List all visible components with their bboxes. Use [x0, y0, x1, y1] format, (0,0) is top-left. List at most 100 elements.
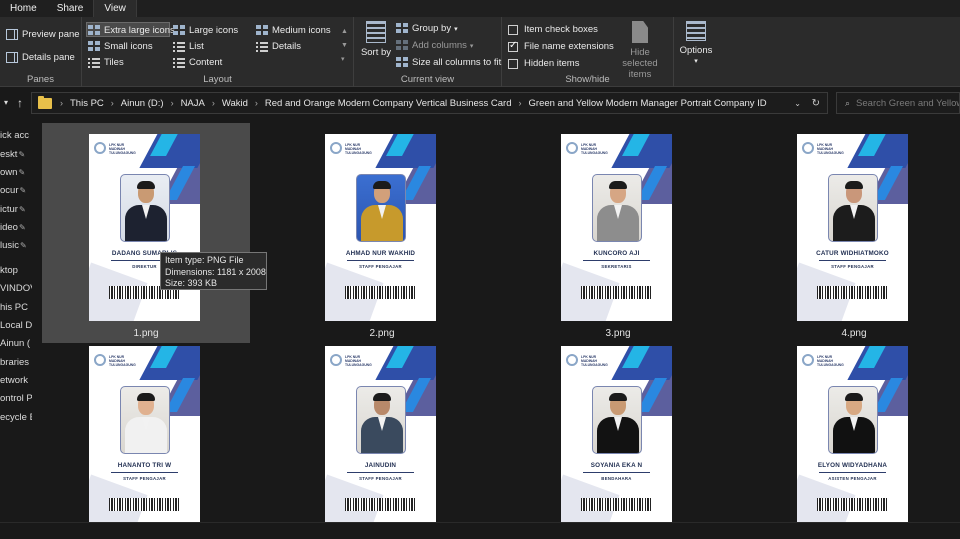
nav-item-pictures[interactable]: ictur✎ [0, 204, 26, 215]
up-arrow-icon[interactable]: ↑ [17, 96, 23, 110]
card-person-name: SOYANIA EKA N [590, 462, 643, 469]
nav-item-downloads[interactable]: own✎ [0, 167, 25, 178]
nav-item-libraries[interactable]: braries [0, 357, 29, 368]
breadcrumb-drive[interactable]: Ainun (D:) [121, 98, 164, 109]
file-name-extensions-label: File name extensions [524, 41, 614, 52]
breadcrumb-separator-icon[interactable]: › [519, 98, 522, 108]
group-label-layout: Layout [203, 74, 232, 85]
hide-selected-items-button[interactable]: Hide selected items [610, 21, 670, 80]
nav-item-windows[interactable]: VINDOV [0, 283, 32, 294]
file-item[interactable]: LPK NUR MADINAH TULUNGAGUNG DADANG SUMAR… [42, 123, 250, 343]
extra-large-icons-icon [88, 25, 100, 36]
nav-item-label: ictur [0, 204, 18, 215]
nav-item-desktop-root[interactable]: ktop [0, 265, 18, 276]
file-item[interactable]: LPK NUR MADINAH TULUNGAGUNG CATUR WIDHIA… [750, 123, 958, 343]
layout-large-icons[interactable]: Large icons [173, 23, 238, 38]
options-button[interactable]: Options ▾ [676, 21, 716, 67]
breadcrumb-separator-icon[interactable]: › [111, 98, 114, 108]
refresh-icon[interactable]: ↻ [812, 98, 820, 109]
item-check-boxes-toggle[interactable]: Item check boxes [508, 22, 598, 37]
recent-locations-chevron-icon[interactable]: ▾ [4, 98, 8, 107]
search-input[interactable] [856, 97, 959, 109]
file-item[interactable]: LPK NUR MADINAH TULUNGAGUNG JAINUDIN STA… [278, 335, 486, 522]
address-bar[interactable]: › This PC › Ainun (D:) › NAJA › Wakid › … [31, 92, 828, 114]
navigation-pane: ick acc eskt✎ own✎ ocur✎ ictur✎ ideo✎ lu… [0, 118, 32, 522]
preview-pane-button[interactable]: Preview pane [6, 27, 80, 42]
nav-item-ainun-drive[interactable]: Ainun ( [0, 338, 30, 349]
file-name-extensions-toggle[interactable]: File name extensions [508, 39, 614, 54]
group-by-icon [396, 23, 408, 34]
group-panes: Preview pane Details pane Panes [0, 17, 82, 87]
tab-home[interactable]: Home [0, 0, 47, 17]
hidden-items-toggle[interactable]: Hidden items [508, 56, 579, 71]
nav-item-music[interactable]: lusic✎ [0, 240, 27, 251]
sort-by-icon [366, 21, 386, 43]
checkbox-icon[interactable] [508, 24, 518, 35]
card-photo [356, 174, 406, 242]
card-logo-text: LPK NUR MADINAH TULUNGAGUNG [817, 143, 844, 155]
card-person-role: SEKRETARIS [601, 264, 632, 269]
tab-share[interactable]: Share [47, 0, 94, 17]
breadcrumb-company-id[interactable]: Green and Yellow Modern Manager Portrait… [529, 98, 767, 109]
address-dropdown-chevron-icon[interactable]: ⌄ [794, 99, 801, 108]
nav-item-this-pc[interactable]: his PC [0, 302, 28, 313]
nav-item-quick-access[interactable]: ick acc [0, 130, 29, 141]
nav-item-desktop[interactable]: eskt✎ [0, 149, 25, 160]
details-pane-button[interactable]: Details pane [6, 50, 75, 65]
nav-item-recycle-bin[interactable]: ecycle E [0, 412, 32, 423]
checkbox-icon[interactable] [508, 58, 518, 69]
nav-item-control-panel[interactable]: ontrol P [0, 393, 32, 404]
sort-by-label: Sort by [360, 47, 392, 58]
checkbox-checked-icon[interactable] [508, 40, 518, 52]
details-pane-label: Details pane [22, 52, 75, 63]
nav-item-local-disk[interactable]: Local D [0, 320, 32, 331]
breadcrumb-separator-icon[interactable]: › [212, 98, 215, 108]
add-columns-button[interactable]: Add columns ▾ [396, 38, 473, 53]
person-hair [609, 393, 627, 401]
layout-list[interactable]: List [173, 39, 204, 54]
tab-view[interactable]: View [93, 0, 137, 17]
breadcrumb-business-card[interactable]: Red and Orange Modern Company Vertical B… [265, 98, 512, 109]
group-by-button[interactable]: Group by ▾ [396, 21, 458, 36]
options-icon [686, 21, 706, 41]
sort-by-button[interactable]: Sort by [360, 21, 392, 58]
card-logo-text: LPK NUR MADINAH TULUNGAGUNG [345, 143, 372, 155]
layout-scroll-arrows[interactable]: ▲ ▼ ▾ [341, 25, 348, 67]
breadcrumb-naja[interactable]: NAJA [181, 98, 205, 109]
layout-small-icons[interactable]: Small icons [88, 39, 153, 54]
menu-bar: Home Share View [0, 0, 960, 17]
layout-extra-large-icons[interactable]: Extra large icons [88, 23, 175, 38]
nav-item-documents[interactable]: ocur✎ [0, 185, 26, 196]
breadcrumb-this-pc[interactable]: This PC [70, 98, 104, 109]
layout-content[interactable]: Content [173, 55, 222, 70]
file-thumbnail: LPK NUR MADINAH TULUNGAGUNG DADANG SUMAR… [89, 134, 200, 321]
file-item[interactable]: LPK NUR MADINAH TULUNGAGUNG ELYON WIDYAD… [750, 335, 958, 522]
details-pane-icon [6, 52, 18, 63]
layout-label: List [189, 41, 204, 52]
nav-item-videos[interactable]: ideo✎ [0, 222, 26, 233]
file-tooltip: Item type: PNG File Dimensions: 1181 x 2… [160, 252, 267, 290]
card-person-name: HANANTO TRI W [117, 462, 172, 469]
card-barcode [109, 498, 179, 511]
layout-medium-icons[interactable]: Medium icons [256, 23, 331, 38]
breadcrumb-separator-icon[interactable]: › [255, 98, 258, 108]
breadcrumb-separator-icon[interactable]: › [171, 98, 174, 108]
search-box[interactable]: ⌕ [836, 92, 960, 114]
breadcrumb-separator-icon[interactable]: › [60, 98, 63, 108]
card-logo-text: LPK NUR MADINAH TULUNGAGUNG [581, 143, 608, 155]
file-item[interactable]: LPK NUR MADINAH TULUNGAGUNG KUNCORO AJI … [514, 123, 722, 343]
pin-icon: ✎ [18, 205, 26, 214]
nav-item-label: eskt [0, 149, 18, 160]
breadcrumb-wakid[interactable]: Wakid [222, 98, 248, 109]
large-icons-icon [173, 25, 185, 36]
layout-label: Details [272, 41, 302, 52]
nav-item-network[interactable]: etwork [0, 375, 28, 386]
layout-details[interactable]: Details [256, 39, 301, 54]
card-photo [592, 386, 642, 454]
layout-tiles[interactable]: Tiles [88, 55, 124, 70]
size-all-columns-button[interactable]: Size all columns to fit [396, 55, 501, 70]
layout-label: Content [189, 57, 223, 68]
file-item[interactable]: LPK NUR MADINAH TULUNGAGUNG AHMAD NUR WA… [278, 123, 486, 343]
file-item[interactable]: LPK NUR MADINAH TULUNGAGUNG SOYANIA EKA … [514, 335, 722, 522]
file-item[interactable]: LPK NUR MADINAH TULUNGAGUNG HANANTO TRI … [42, 335, 250, 522]
